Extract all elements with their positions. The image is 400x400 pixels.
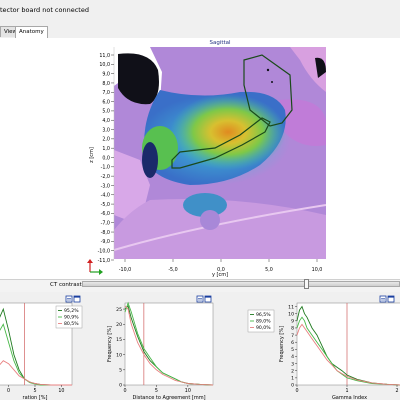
status-bar: tector board not connected bbox=[0, 0, 400, 26]
z-tick-label: -5,0 bbox=[101, 202, 110, 208]
z-tick-label: -9,0 bbox=[101, 239, 110, 245]
z-tick-label: 2,0 bbox=[102, 137, 110, 143]
z-tick-label: -10,0 bbox=[98, 248, 110, 254]
y-tick-label: 20 bbox=[116, 322, 122, 328]
chart-export-icon[interactable] bbox=[379, 295, 387, 303]
y-tick-label: 7 bbox=[291, 333, 294, 339]
z-tick-label: -2,0 bbox=[101, 174, 110, 180]
viewer-title: Sagittal bbox=[209, 40, 231, 46]
chart-window-icon[interactable] bbox=[204, 295, 212, 303]
y-axis-label: Frequency [%] bbox=[107, 326, 113, 362]
legend-entry: 90,9% bbox=[64, 315, 79, 321]
z-tick-label: 8,0 bbox=[102, 81, 110, 87]
chart-window-icon[interactable] bbox=[73, 295, 81, 303]
y-tick-label: 11 bbox=[288, 304, 294, 310]
x-tick-label: 5 bbox=[155, 388, 158, 394]
z-tick-label: 6,0 bbox=[102, 99, 110, 105]
z-tick-label: -3,0 bbox=[101, 183, 110, 189]
y-axis-ticks: -10,0 -5,0 0,0 5,0 10,0 bbox=[119, 259, 323, 273]
y-tick-label: 5 bbox=[119, 368, 122, 374]
tab-anatomy[interactable]: Anatomy bbox=[15, 26, 48, 38]
y-tick-label: -10,0 bbox=[119, 267, 131, 273]
status-text: tector board not connected bbox=[0, 6, 89, 14]
legend-entry: 80,5% bbox=[64, 321, 79, 327]
ct-contrast-slider[interactable] bbox=[82, 281, 400, 287]
chart-export-icon[interactable] bbox=[65, 295, 73, 303]
z-axis-ticks: 11,0 10,0 9,0 8,0 7,0 6,0 5,0 4,0 3,0 2,0 1,0 0,0 -1… bbox=[98, 53, 114, 264]
y-tick-label: 6 bbox=[291, 340, 294, 346]
x-tick-label: 0 bbox=[295, 388, 298, 394]
y-tick-label: 5,0 bbox=[265, 267, 273, 273]
y-tick-label: 10 bbox=[288, 311, 294, 317]
z-tick-label: -6,0 bbox=[101, 211, 110, 217]
z-tick-label: -11,0 bbox=[98, 258, 110, 264]
dose-overlay bbox=[114, 47, 326, 259]
x-tick-label: 1 bbox=[345, 388, 348, 394]
legend-entry: 95,2% bbox=[64, 308, 79, 314]
chart-window-icon[interactable] bbox=[387, 295, 395, 303]
z-tick-label: 11,0 bbox=[99, 53, 110, 59]
histogram-charts: 0 5 10ration [%]95,2%90,9%80,5%0 5 10Distanc… bbox=[0, 295, 400, 400]
y-tick-label: 10 bbox=[116, 352, 122, 358]
z-tick-label: -1,0 bbox=[101, 165, 110, 171]
z-tick-label: -4,0 bbox=[101, 193, 110, 199]
y-tick-label: 0 bbox=[119, 383, 122, 389]
chart-legend: 96,5%89,0%90,0% bbox=[247, 309, 275, 333]
z-tick-label: 4,0 bbox=[102, 118, 110, 124]
x-tick-label: 2 bbox=[395, 388, 398, 394]
y-tick-label: 0 bbox=[291, 383, 294, 389]
x-tick-label: 10 bbox=[185, 388, 191, 394]
y-tick-label: 9 bbox=[291, 319, 294, 325]
z-tick-label: 10,0 bbox=[99, 62, 110, 68]
main-view: Sagittal z [cm] y [cm] 11,0 10,0 9,0 8,0 7,0… bbox=[0, 38, 400, 278]
y-tick-label: 8 bbox=[291, 326, 294, 332]
z-axis-label: z [cm] bbox=[89, 147, 95, 163]
x-axis-label: Distance to Agreement [mm] bbox=[132, 395, 205, 400]
legend-entry: 89,0% bbox=[256, 319, 271, 325]
histogram-chart-3: 0 1 2Gamma Index11109876543210Frequency [%… bbox=[247, 295, 400, 400]
plot-area bbox=[296, 302, 400, 386]
z-tick-label: 0,0 bbox=[102, 155, 110, 161]
x-tick-label: 0 bbox=[7, 388, 10, 394]
z-tick-label: 9,0 bbox=[102, 71, 110, 77]
histogram-chart-1: 0 5 10 ration [%] 95,2%90,9%80,5% bbox=[0, 295, 83, 400]
ct-contrast-slider-thumb[interactable] bbox=[304, 279, 309, 289]
z-tick-label: -7,0 bbox=[101, 221, 110, 227]
y-axis-label: Frequency [%] bbox=[279, 326, 285, 362]
y-tick-label: 5 bbox=[291, 347, 294, 353]
x-axis-label: ration [%] bbox=[23, 395, 48, 400]
x-axis-label: Gamma Index bbox=[332, 395, 367, 400]
x-tick-label: 0 bbox=[123, 388, 126, 394]
y-tick-label: 2 bbox=[291, 368, 294, 374]
x-tick-label: 10 bbox=[58, 388, 64, 394]
legend-entry: 96,5% bbox=[256, 312, 271, 318]
sagittal-view[interactable]: Sagittal z [cm] y [cm] 11,010,09,08,07,0… bbox=[0, 38, 400, 278]
y-tick-label: 3 bbox=[291, 361, 294, 367]
histogram-chart-2: 0 5 10Distance to Agreement [mm]2520151050… bbox=[107, 295, 214, 400]
chart-legend: 95,2%90,9%80,5% bbox=[55, 305, 83, 329]
y-tick-label: -5,0 bbox=[168, 267, 177, 273]
y-tick-label: 0,0 bbox=[217, 267, 225, 273]
z-tick-label: -8,0 bbox=[101, 230, 110, 236]
ct-contrast-label: CT contrast bbox=[50, 282, 82, 288]
y-tick-label: 10,0 bbox=[312, 267, 323, 273]
x-tick-label: 5 bbox=[33, 388, 36, 394]
z-tick-label: 5,0 bbox=[102, 109, 110, 115]
legend-entry: 90,0% bbox=[256, 325, 271, 331]
y-tick-label: 25 bbox=[116, 307, 122, 313]
chart-export-icon[interactable] bbox=[196, 295, 204, 303]
z-tick-label: 7,0 bbox=[102, 90, 110, 96]
y-tick-label: 15 bbox=[116, 337, 122, 343]
z-tick-label: 3,0 bbox=[102, 127, 110, 133]
y-tick-label: 4 bbox=[291, 354, 294, 360]
y-tick-label: 1 bbox=[291, 376, 294, 382]
z-tick-label: 1,0 bbox=[102, 146, 110, 152]
